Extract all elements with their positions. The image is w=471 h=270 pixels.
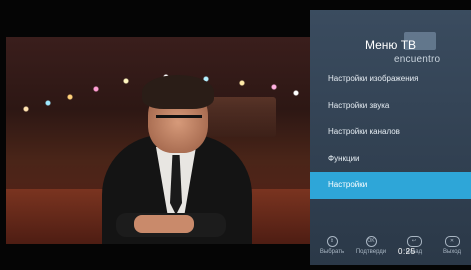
menu-list: Настройки изображения Настройки звука На… — [310, 66, 471, 199]
person-hair — [142, 75, 214, 109]
tv-menu-panel: Меню ТВ encuentro Настройки изображения … — [310, 10, 471, 265]
button-hints: ⇕ Выбрать OK Подтверди ↩ назад ✕ Выход — [310, 236, 471, 264]
menu-item-picture-settings[interactable]: Настройки изображения — [310, 66, 471, 93]
hint-select[interactable]: ⇕ Выбрать — [312, 236, 352, 255]
timer-readout: 0:25 — [398, 247, 416, 256]
video-frame — [6, 37, 310, 244]
tv-screen: Меню ТВ encuentro Настройки изображения … — [0, 0, 471, 270]
back-icon: ↩ — [406, 236, 422, 247]
menu-item-channel-settings[interactable]: Настройки каналов — [310, 119, 471, 146]
channel-logo-text: encuentro — [394, 54, 441, 65]
hint-exit[interactable]: ✕ Выход — [432, 236, 471, 255]
select-icon: ⇕ — [326, 236, 338, 247]
hint-confirm[interactable]: OK Подтверди — [351, 236, 391, 255]
person-hands — [134, 215, 194, 233]
ok-icon: OK — [365, 236, 377, 247]
hint-select-label: Выбрать — [319, 249, 345, 255]
hint-confirm-label: Подтверди — [355, 249, 387, 255]
menu-item-functions[interactable]: Функции — [310, 146, 471, 173]
menu-item-settings[interactable]: Настройки — [310, 172, 471, 199]
hint-exit-label: Выход — [443, 249, 461, 255]
glasses — [156, 115, 202, 130]
exit-icon: ✕ — [444, 236, 460, 247]
menu-item-sound-settings[interactable]: Настройки звука — [310, 93, 471, 120]
menu-title: Меню ТВ — [364, 38, 417, 52]
